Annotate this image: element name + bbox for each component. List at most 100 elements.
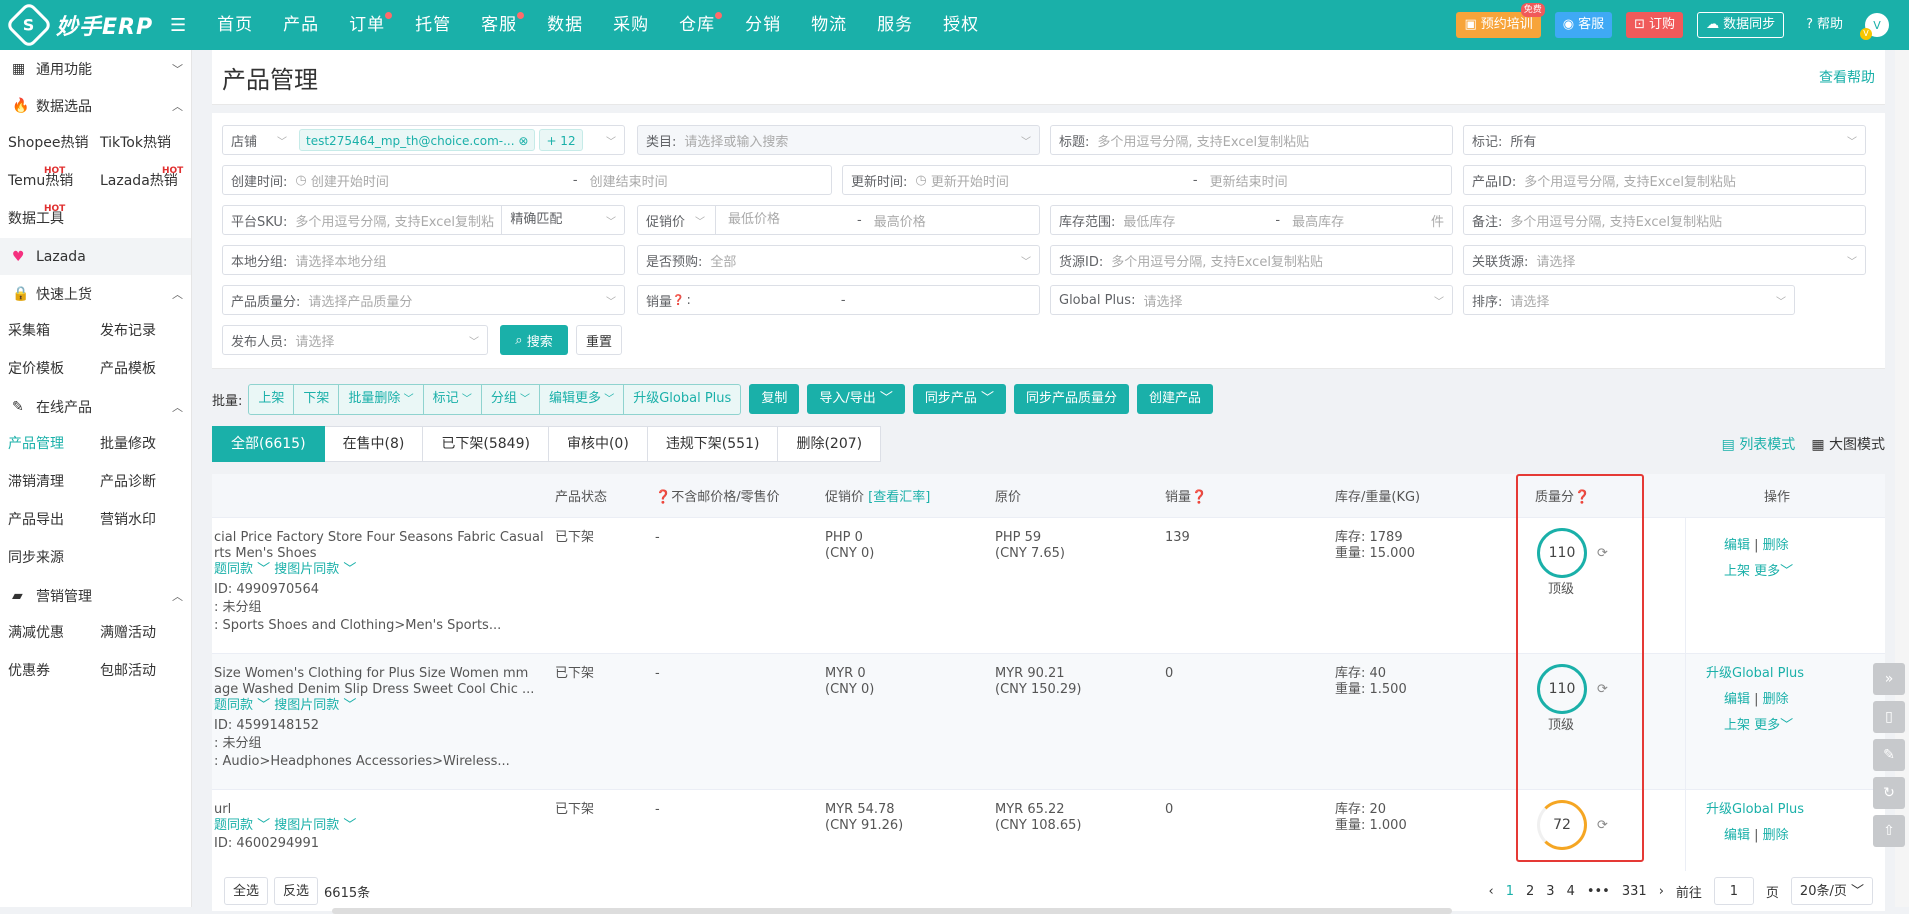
grid-mode-button[interactable]: ▦ 大图模式	[1811, 434, 1885, 454]
page-3[interactable]: 3	[1546, 884, 1554, 899]
promo-price-range[interactable]: 促销价 ﹀ 最低价格 - 最高价格	[637, 205, 1040, 235]
sidebar-item-data_items-1[interactable]: TikTok热销	[100, 124, 191, 162]
per-page-select[interactable]: 20条/页 ﹀	[1790, 877, 1873, 905]
sidebar-section-quick-upload[interactable]: 🔒 快速上货 ︿	[0, 275, 191, 312]
batch-0[interactable]: 上架	[249, 384, 295, 414]
nav-item-7[interactable]: 仓库	[664, 0, 730, 50]
sku-input[interactable]: 平台SKU: 多个用逗号分隔, 支持Excel复制粘 精确匹配 ﹀	[222, 205, 625, 235]
edit-link[interactable]: 编辑	[1724, 538, 1750, 553]
exchange-rate-link[interactable]: [查看汇率]	[868, 490, 930, 505]
sidebar-item-online_items-2[interactable]: 滞销清理	[8, 463, 100, 501]
sort-select[interactable]: 排序: 请选择 ﹀	[1463, 285, 1795, 315]
nav-item-2[interactable]: 订单	[334, 0, 400, 50]
sidebar-item-marketing_items-1[interactable]: 满赠活动	[100, 614, 191, 652]
tab-4[interactable]: 违规下架(551)	[647, 426, 779, 462]
sidebar-section-marketing[interactable]: ▰ 营销管理 ︿	[0, 577, 191, 614]
page-2[interactable]: 2	[1526, 884, 1534, 899]
sidebar-item-quick_items-1[interactable]: 发布记录	[100, 312, 191, 350]
sidebar-item-marketing_items-3[interactable]: 包邮活动	[100, 652, 191, 690]
page-331[interactable]: 331	[1622, 884, 1647, 899]
sidebar-item-quick_items-3[interactable]: 产品模板	[100, 350, 191, 388]
local-group-select[interactable]: 本地分组: 请选择本地分组	[222, 245, 625, 275]
goto-page-input[interactable]: 1	[1713, 877, 1754, 905]
product-title[interactable]: age Washed Denim Slip Dress Sweet Cool C…	[214, 682, 534, 698]
page-1[interactable]: 1	[1506, 884, 1514, 899]
nav-item-6[interactable]: 采购	[598, 0, 664, 50]
feedback-icon[interactable]: ✎	[1873, 739, 1905, 771]
note-input[interactable]: 备注: 多个用逗号分隔, 支持Excel复制粘贴	[1463, 205, 1866, 235]
sidebar-item-data_items-2[interactable]: Temu热销 HOT	[8, 162, 100, 200]
shop-select[interactable]: 店铺 ﹀ test275464_mp_th@choice.com-... ⊗ + …	[222, 125, 625, 155]
sidebar-item-online_items-5[interactable]: 营销水印	[100, 501, 191, 539]
avatar[interactable]: VV	[1860, 13, 1889, 40]
nav-item-5[interactable]: 数据	[532, 0, 598, 50]
help-link[interactable]: 查看帮助	[1819, 67, 1875, 87]
batch-action-3[interactable]: 同步产品质量分	[1014, 384, 1130, 414]
sidebar-item-data_items-0[interactable]: Shopee热销	[8, 124, 100, 162]
delete-link[interactable]: 删除	[1763, 692, 1789, 707]
edit-link[interactable]: 编辑	[1724, 692, 1750, 707]
sidebar-item-quick_items-2[interactable]: 定价模板	[8, 350, 100, 388]
tab-0[interactable]: 全部(6615)	[212, 426, 325, 462]
same-title-link[interactable]: 题同款	[214, 698, 253, 713]
product-title[interactable]: cial Price Factory Store Four Seasons Fa…	[214, 530, 544, 546]
back-to-top-icon[interactable]: ⇧	[1873, 815, 1905, 847]
reset-button[interactable]: 重置	[576, 325, 622, 355]
quality-score-select[interactable]: 产品质量分: 请选择产品质量分 ﹀	[222, 285, 625, 315]
sidebar-item-data_items-3[interactable]: Lazada热销 HOT	[100, 162, 191, 200]
updated-time-range[interactable]: 更新时间: ◷ 更新开始时间 - 更新结束时间	[842, 165, 1452, 195]
more-link[interactable]: 更多	[1754, 564, 1780, 579]
linked-source-select[interactable]: 关联货源: 请选择 ﹀	[1463, 245, 1866, 275]
global-plus-select[interactable]: Global Plus: 请选择 ﹀	[1050, 285, 1453, 315]
mark-select[interactable]: 标记: 所有 ﹀	[1463, 125, 1866, 155]
list-mode-button[interactable]: ▤ 列表模式	[1722, 434, 1796, 454]
edit-link[interactable]: 编辑	[1724, 828, 1750, 843]
refresh-icon[interactable]: ⟳	[1597, 682, 1608, 697]
title-input[interactable]: 标题: 多个用逗号分隔, 支持Excel复制粘贴	[1050, 125, 1453, 155]
same-image-link[interactable]: 搜图片同款	[274, 818, 339, 833]
sidebar-item-data_items-4[interactable]: 数据工具 HOT	[8, 200, 100, 238]
pager-ellipsis[interactable]: •••	[1587, 884, 1610, 899]
sidebar-section-online[interactable]: ✎ 在线产品 ︿	[0, 388, 191, 425]
tab-5[interactable]: 删除(207)	[778, 426, 882, 462]
sidebar-item-lazada[interactable]: ♥ Lazada	[0, 238, 191, 275]
sidebar-item-marketing_items-0[interactable]: 满减优惠	[8, 614, 100, 652]
horizontal-scrollbar[interactable]	[332, 908, 1452, 914]
batch-3[interactable]: 标记 ﹀	[424, 384, 482, 414]
next-page-icon[interactable]: ›	[1659, 884, 1664, 899]
training-button[interactable]: ▣ 预约培训 免费	[1456, 3, 1545, 38]
menu-toggle-icon[interactable]: ☰	[170, 15, 186, 36]
tab-1[interactable]: 在售中(8)	[324, 426, 424, 462]
product-title[interactable]: rts Men's Shoes	[214, 546, 317, 562]
nav-item-0[interactable]: 首页	[202, 0, 268, 50]
delete-link[interactable]: 删除	[1763, 828, 1789, 843]
source-id-input[interactable]: 货源ID: 多个用逗号分隔, 支持Excel复制粘贴	[1050, 245, 1453, 275]
upgrade-global-plus-link[interactable]: 升级Global Plus	[1706, 666, 1804, 682]
sidebar-item-online_items-0[interactable]: 产品管理	[8, 425, 100, 463]
select-all-button[interactable]: 全选	[224, 877, 269, 905]
tab-3[interactable]: 审核中(0)	[548, 426, 648, 462]
batch-action-0[interactable]: 复制	[749, 384, 800, 414]
prev-page-icon[interactable]: ‹	[1489, 884, 1494, 899]
refresh-icon[interactable]: ⟳	[1597, 818, 1608, 833]
batch-action-1[interactable]: 导入/导出 ﹀	[807, 384, 905, 414]
sidebar-item-marketing_items-2[interactable]: 优惠券	[8, 652, 100, 690]
preorder-select[interactable]: 是否预购: 全部 ﹀	[637, 245, 1040, 275]
same-title-link[interactable]: 题同款	[214, 818, 253, 833]
nav-item-4[interactable]: 客服	[466, 0, 532, 50]
refresh-icon[interactable]: ↻	[1873, 777, 1905, 809]
nav-item-8[interactable]: 分销	[730, 0, 796, 50]
collapse-icon[interactable]: »	[1873, 663, 1905, 695]
created-time-range[interactable]: 创建时间: ◷ 创建开始时间 - 创建结束时间	[222, 165, 832, 195]
batch-5[interactable]: 编辑更多 ﹀	[540, 384, 625, 414]
list-up-link[interactable]: 上架	[1724, 718, 1750, 733]
data-sync-button[interactable]: ☁ 数据同步	[1697, 12, 1785, 38]
refresh-icon[interactable]: ⟳	[1597, 546, 1608, 561]
same-title-link[interactable]: 题同款	[214, 562, 253, 577]
batch-1[interactable]: 下架	[294, 384, 340, 414]
more-link[interactable]: 更多	[1754, 718, 1780, 733]
publisher-select[interactable]: 发布人员: 请选择 ﹀	[222, 325, 488, 355]
search-button[interactable]: ⌕ 搜索	[500, 325, 568, 355]
nav-item-10[interactable]: 服务	[862, 0, 928, 50]
list-up-link[interactable]: 上架	[1724, 564, 1750, 579]
